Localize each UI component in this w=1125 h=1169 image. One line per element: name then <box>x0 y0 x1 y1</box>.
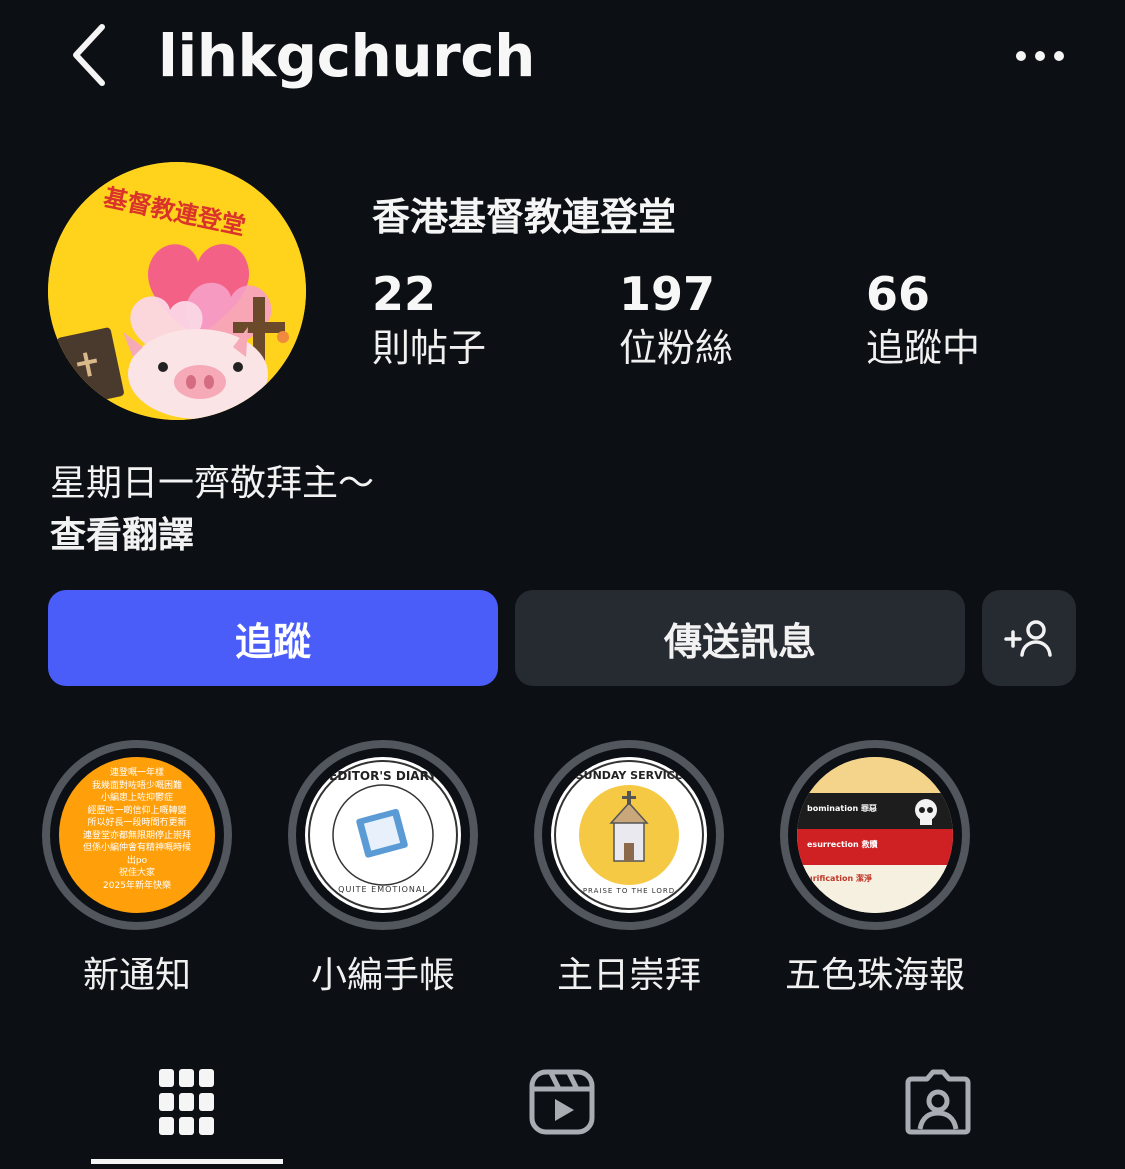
cover-subtitle: PRAISE TO THE LORD <box>582 887 676 895</box>
cover-title: SUNDAY SERVICE <box>575 769 683 782</box>
profile-display-name: 香港基督教連登堂 <box>372 195 677 239</box>
reels-icon <box>529 1069 595 1135</box>
cover-title: EDITOR'S DIARY <box>329 769 437 783</box>
cover-subtitle: QUITE EMOTIONAL <box>338 885 428 894</box>
active-tab-indicator <box>91 1159 283 1164</box>
highlight-editor-diary[interactable]: EDITOR'S DIARY QUITE EMOTIONAL 小編手帳 <box>288 740 478 998</box>
highlight-label: 小編手帳 <box>310 955 455 996</box>
see-translation-link[interactable]: 查看翻譯 <box>50 510 194 562</box>
posts-label: 則帖子 <box>372 326 487 370</box>
cover-text-line: 連登嘅一年樣 <box>109 768 164 778</box>
cover-text-line: 但係小編仲會有精神嘅時候 <box>82 843 191 853</box>
cover-text-line: 所以好長一段時間冇更新 <box>87 818 187 828</box>
followers-count: 197 <box>619 267 716 321</box>
posts-stat[interactable]: 22 則帖子 <box>372 266 486 374</box>
highlight-ring: 連登嘅一年樣 我幾面對咗唔少嘅困難 小編患上咗抑鬱症 經歷咗一啲信仰上嘅轉變 所… <box>42 740 232 930</box>
message-button[interactable]: 傳送訊息 <box>515 590 965 686</box>
highlight-five-bead-posters[interactable]: bomination 罪惡 esurrection 救贖 urification… <box>780 740 970 998</box>
cover-text-line: 經歷咗一啲信仰上嘅轉變 <box>87 805 187 816</box>
back-button[interactable] <box>58 20 118 90</box>
tagged-icon <box>905 1069 971 1135</box>
profile-username: lihkgchurch <box>158 22 535 90</box>
highlight-sunday-service[interactable]: SUNDAY SERVICE PRAISE TO THE LORD 主日崇拜 <box>534 740 724 998</box>
cover-text-line: 出po <box>126 855 148 866</box>
follow-button[interactable]: 追蹤 <box>48 590 498 686</box>
cover-row-text: urification 潔淨 <box>807 874 872 883</box>
posts-count: 22 <box>372 267 437 321</box>
highlight-label: 新通知 <box>82 955 191 996</box>
highlight-new-notice[interactable]: 連登嘅一年樣 我幾面對咗唔少嘅困難 小編患上咗抑鬱症 經歷咗一啲信仰上嘅轉變 所… <box>42 740 232 998</box>
highlight-cover: EDITOR'S DIARY QUITE EMOTIONAL <box>305 757 461 913</box>
grid-icon <box>159 1069 214 1135</box>
followers-stat[interactable]: 197 位粉絲 <box>619 266 733 374</box>
cover-text-line: 2025年新年快樂 <box>103 880 171 891</box>
following-stat[interactable]: 66 追蹤中 <box>866 266 980 374</box>
skull-icon <box>915 799 937 825</box>
add-person-icon <box>1004 620 1052 657</box>
tab-reels[interactable] <box>517 1062 607 1142</box>
suggest-people-button[interactable] <box>982 590 1076 686</box>
cover-text-line: 連登堂亦都無限期停止崇拜 <box>82 830 191 841</box>
highlight-cover: 連登嘅一年樣 我幾面對咗唔少嘅困難 小編患上咗抑鬱症 經歷咗一啲信仰上嘅轉變 所… <box>59 757 215 913</box>
cover-text-line: 祝佳大家 <box>118 868 155 878</box>
following-label: 追蹤中 <box>866 326 981 370</box>
chevron-left-icon <box>73 24 105 86</box>
top-bar: lihkgchurch <box>0 0 1125 110</box>
following-count: 66 <box>866 267 931 321</box>
highlight-label: 主日崇拜 <box>556 955 701 996</box>
highlight-cover: SUNDAY SERVICE PRAISE TO THE LORD <box>551 757 707 913</box>
cover-text-line: 小編患上咗抑鬱症 <box>100 793 173 803</box>
cover-row-text: bomination 罪惡 <box>807 804 877 813</box>
profile-avatar[interactable]: 基督教連登堂 <box>48 162 306 420</box>
cover-text-line: 我幾面對咗唔少嘅困難 <box>91 780 182 791</box>
highlight-ring: EDITOR'S DIARY QUITE EMOTIONAL <box>288 740 478 930</box>
followers-label: 位粉絲 <box>619 326 734 370</box>
more-horizontal-icon <box>1016 51 1064 61</box>
highlight-label: 五色珠海報 <box>784 955 965 996</box>
tab-tagged[interactable] <box>893 1062 983 1142</box>
more-options-button[interactable] <box>1010 36 1070 76</box>
highlight-cover: bomination 罪惡 esurrection 救贖 urification… <box>797 757 953 913</box>
cover-row-text: esurrection 救贖 <box>807 840 878 849</box>
highlight-ring: bomination 罪惡 esurrection 救贖 urification… <box>780 740 970 930</box>
profile-bio: 星期日一齊敬拜主～ <box>50 463 375 504</box>
tab-posts-grid[interactable] <box>142 1062 232 1142</box>
highlight-ring: SUNDAY SERVICE PRAISE TO THE LORD <box>534 740 724 930</box>
